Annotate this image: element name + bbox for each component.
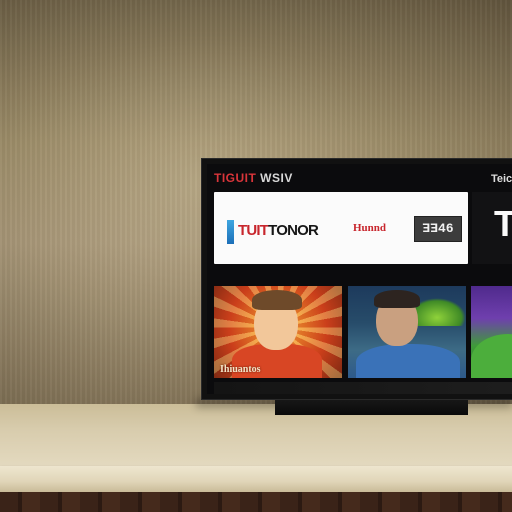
- screen-top-bar: TIGUIT WSIV Teicha: [207, 164, 512, 190]
- thumbnail-1-person-hair: [252, 290, 302, 310]
- wood-floor: [0, 492, 512, 512]
- thumbnail-2-person-hair: [374, 290, 420, 308]
- side-tile-letter: T: [494, 203, 512, 244]
- hero-banner[interactable]: TUITTONOR Hunnd ƎƎ46: [214, 192, 468, 264]
- side-tile[interactable]: T: [472, 192, 512, 264]
- thumbnail-2-person-body: [356, 344, 460, 378]
- screen-bottom-strip: [214, 382, 512, 394]
- thumbnail-3[interactable]: [471, 286, 512, 378]
- screen-brand-label: TIGUIT WSIV: [214, 171, 293, 185]
- hero-logo-bar: [227, 220, 234, 244]
- screen-corner-label: Teicha: [490, 173, 512, 185]
- shelf-edge: [0, 466, 512, 492]
- thumbnail-1[interactable]: Ihiuantos: [214, 286, 342, 378]
- tv-screen: TIGUIT WSIV Teicha TUITTONOR Hunnd ƎƎ46 …: [207, 164, 512, 394]
- thumbnail-3-hill: [471, 334, 512, 378]
- hero-subtitle: Hunnd: [353, 222, 387, 234]
- thumbnail-1-caption: Ihiuantos: [220, 364, 261, 375]
- brand-label-accent: TIGUIT: [214, 171, 257, 185]
- hero-title-part2: TONOR: [268, 222, 319, 239]
- brand-label-rest: WSIV: [260, 171, 293, 185]
- hero-title-part1: TUIT: [238, 222, 269, 239]
- hero-title: TUITTONOR: [238, 222, 319, 239]
- thumbnail-2[interactable]: [348, 286, 466, 378]
- hero-badge: ƎƎ46: [414, 216, 462, 242]
- television: TIGUIT WSIV Teicha TUITTONOR Hunnd ƎƎ46 …: [201, 158, 512, 400]
